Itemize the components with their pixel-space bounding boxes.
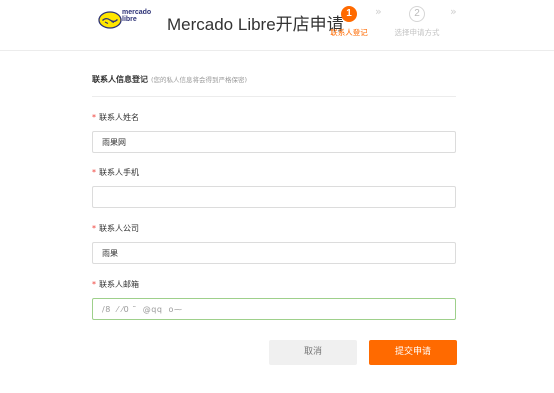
contact-email-label: * 联系人邮箱 bbox=[92, 279, 139, 290]
contact-name-input[interactable] bbox=[92, 131, 456, 153]
contact-company-label-text: 联系人公司 bbox=[99, 224, 139, 233]
required-mark: * bbox=[92, 280, 96, 289]
cancel-button[interactable]: 取消 bbox=[269, 340, 357, 365]
contact-phone-input[interactable] bbox=[92, 186, 456, 208]
submit-application-button[interactable]: 提交申请 bbox=[369, 340, 457, 365]
step-2-number: 2 bbox=[409, 6, 425, 22]
section-divider bbox=[92, 96, 456, 97]
contact-name-label-text: 联系人姓名 bbox=[99, 113, 139, 122]
chevron-right-icon: » bbox=[375, 5, 382, 18]
logo-wordmark: mercado libre bbox=[122, 9, 151, 23]
contact-name-label: * 联系人姓名 bbox=[92, 112, 139, 123]
contact-phone-label: * 联系人手机 bbox=[92, 167, 139, 178]
contact-company-input[interactable] bbox=[92, 242, 456, 264]
contact-company-label: * 联系人公司 bbox=[92, 223, 139, 234]
logo-word-1: mercado bbox=[122, 9, 152, 16]
contact-phone-label-text: 联系人手机 bbox=[99, 168, 139, 177]
section-title-text: 联系人信息登记 bbox=[92, 75, 148, 84]
step-2-label: 选择申请方式 bbox=[394, 28, 440, 37]
step-1-number: 1 bbox=[341, 6, 357, 22]
required-mark: * bbox=[92, 168, 96, 177]
step-choose-application: 2 选择申请方式 bbox=[387, 6, 447, 38]
logo-word-2: libre bbox=[122, 16, 137, 23]
page-title: Mercado Libre开店申请 bbox=[167, 15, 344, 34]
contact-email-input[interactable] bbox=[92, 298, 456, 320]
contact-email-label-text: 联系人邮箱 bbox=[99, 280, 139, 289]
required-mark: * bbox=[92, 224, 96, 233]
chevron-right-icon: » bbox=[450, 5, 457, 18]
section-title: 联系人信息登记 (您的私人信息将会得到严格保密) bbox=[92, 74, 247, 85]
privacy-note: (您的私人信息将会得到严格保密) bbox=[151, 76, 248, 84]
step-contact-registration: 1 联系人登记 bbox=[319, 6, 379, 38]
top-header: mercado libre Mercado Libre开店申请 1 联系人登记 … bbox=[0, 0, 554, 51]
step-1-label: 联系人登记 bbox=[330, 28, 368, 37]
required-mark: * bbox=[92, 113, 96, 122]
